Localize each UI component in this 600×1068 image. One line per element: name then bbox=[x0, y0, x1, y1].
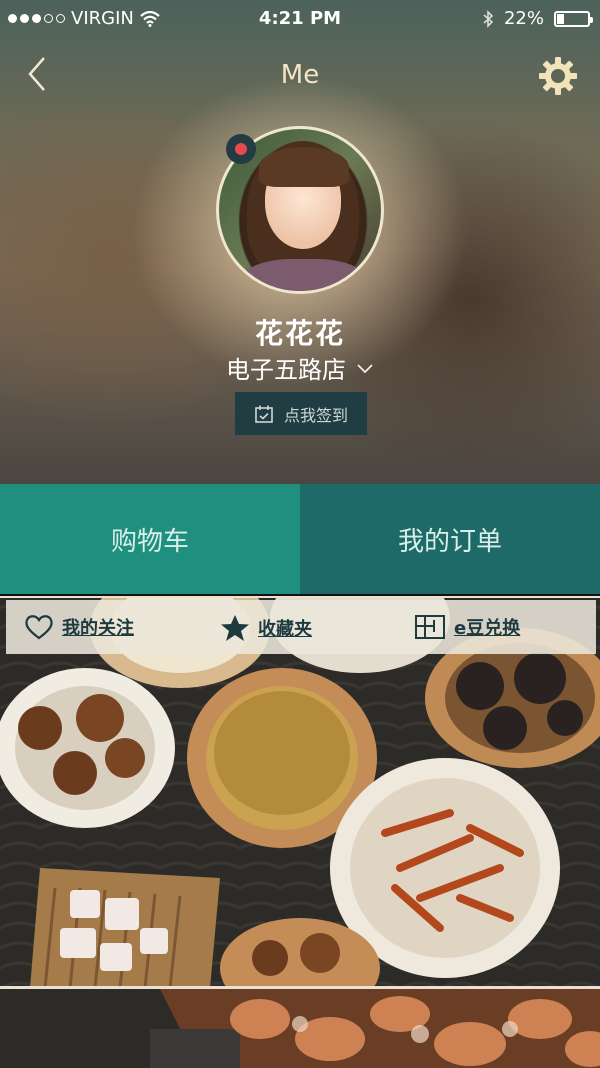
calendar-icon bbox=[255, 405, 273, 423]
exchange-icon bbox=[415, 615, 445, 639]
tab-label: 我的订单 bbox=[397, 526, 502, 557]
link-favorites[interactable]: 收藏夹 bbox=[220, 614, 312, 642]
status-bar: VIRGIN 4:21 PM 22% bbox=[0, 0, 600, 38]
link-my-follows[interactable]: 我的关注 bbox=[24, 614, 134, 640]
link-e-bean-exchange[interactable]: e豆兑换 bbox=[414, 614, 520, 640]
food-photo-illustration-2 bbox=[0, 989, 600, 1068]
battery-percent: 22% bbox=[503, 8, 544, 29]
battery-level bbox=[557, 13, 564, 24]
main-tabs: 购物车 我的订单 bbox=[0, 484, 600, 594]
page-title: Me bbox=[280, 60, 320, 90]
link-label: e豆兑换 bbox=[454, 618, 521, 639]
bluetooth-icon bbox=[483, 9, 494, 28]
store-selector[interactable]: 电子五路店 bbox=[0, 350, 600, 385]
checkin-label: 点我签到 bbox=[283, 405, 348, 425]
checkin-button[interactable]: 点我签到 bbox=[235, 392, 367, 435]
product-photo-secondary bbox=[0, 986, 600, 1068]
star-icon bbox=[221, 615, 249, 641]
link-label: 我的关注 bbox=[62, 618, 134, 639]
link-label: 收藏夹 bbox=[258, 619, 312, 640]
product-photo bbox=[0, 596, 600, 988]
food-photo-illustration bbox=[0, 598, 600, 988]
store-name: 电子五路店 bbox=[226, 356, 346, 384]
online-status-badge bbox=[226, 134, 256, 164]
tab-shopping-cart[interactable]: 购物车 bbox=[0, 484, 300, 594]
gear-icon bbox=[539, 57, 577, 95]
top-navigation: Me bbox=[0, 48, 600, 100]
heart-icon bbox=[25, 615, 53, 640]
tab-label: 购物车 bbox=[110, 526, 189, 557]
chevron-down-icon bbox=[357, 363, 373, 373]
settings-button[interactable] bbox=[536, 54, 580, 98]
battery-icon bbox=[554, 10, 593, 27]
quick-links-bar: 我的关注 收藏夹 e豆兑换 bbox=[6, 600, 596, 654]
tab-my-orders[interactable]: 我的订单 bbox=[300, 484, 600, 594]
status-right: 22% bbox=[482, 8, 593, 29]
user-name: 花花花 bbox=[254, 317, 345, 350]
